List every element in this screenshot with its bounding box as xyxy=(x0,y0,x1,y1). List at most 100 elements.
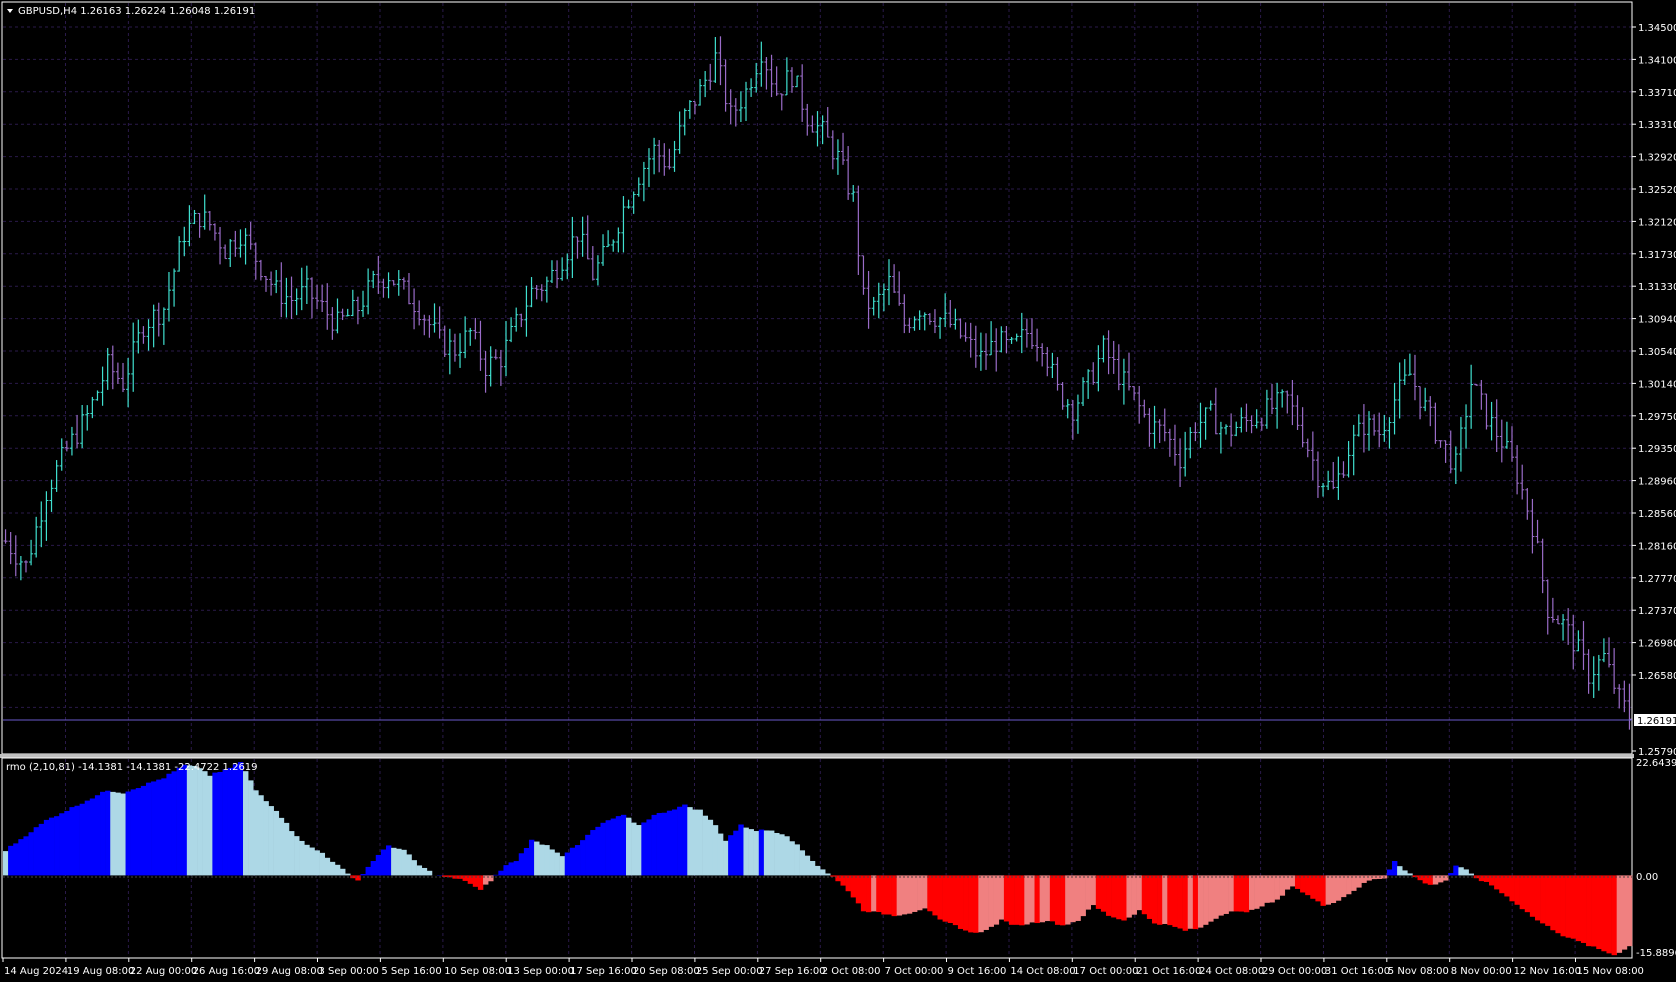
time-tick-label: 19 Aug 08:00 xyxy=(67,966,134,977)
histogram-bar xyxy=(957,875,964,929)
histogram-bar xyxy=(1131,875,1137,915)
histogram-bar xyxy=(309,847,315,876)
histogram-bar xyxy=(1065,875,1071,925)
histogram-bar xyxy=(952,875,959,926)
histogram-bar xyxy=(294,836,300,876)
histogram-bar xyxy=(1019,875,1025,926)
indicator-tick-label: -15.8896 xyxy=(1636,948,1676,959)
histogram-bar xyxy=(993,875,1000,925)
histogram-bar xyxy=(151,781,157,876)
histogram-bar xyxy=(94,795,101,876)
histogram-bar xyxy=(243,771,249,876)
histogram-bar xyxy=(380,849,387,876)
histogram-bar xyxy=(115,792,121,876)
histogram-bar xyxy=(850,875,857,898)
histogram-bar xyxy=(677,806,683,876)
histogram-bar xyxy=(804,855,811,876)
histogram-bar xyxy=(1611,875,1617,956)
time-tick-label: 25 Sep 00:00 xyxy=(696,966,763,977)
histogram-bar xyxy=(789,841,795,876)
histogram-bar xyxy=(1269,875,1275,903)
histogram-bar xyxy=(69,807,75,876)
histogram-bar xyxy=(268,806,274,876)
histogram-bar xyxy=(1305,875,1311,896)
time-tick-label: 3 Sep 00:00 xyxy=(319,966,379,977)
time-tick-label: 13 Sep 00:00 xyxy=(507,966,574,977)
histogram-bar xyxy=(1167,875,1173,926)
histogram-bar xyxy=(682,804,688,876)
histogram-bar xyxy=(1049,875,1056,922)
histogram-bar xyxy=(1310,875,1316,899)
histogram-bar xyxy=(585,834,591,876)
histogram-bar xyxy=(1106,875,1112,916)
histogram-bar xyxy=(1483,875,1490,882)
histogram-bar xyxy=(186,765,193,876)
histogram-bar xyxy=(809,860,816,876)
histogram-bar xyxy=(1335,875,1342,901)
price-tick-label: 1.30540 xyxy=(1638,347,1676,358)
time-tick-label: 22 Aug 00:00 xyxy=(130,966,197,977)
histogram-bar xyxy=(794,844,800,876)
histogram-bar xyxy=(1141,875,1148,915)
histogram-bar xyxy=(1085,875,1092,910)
indicator-separator[interactable] xyxy=(0,754,1634,758)
histogram-bar xyxy=(891,875,897,917)
histogram-bar xyxy=(1095,875,1102,909)
histogram-bar xyxy=(1509,875,1515,902)
histogram-bar xyxy=(1100,875,1107,912)
histogram-bar xyxy=(1075,875,1081,921)
histogram-bar xyxy=(1182,875,1189,931)
histogram-bar xyxy=(697,809,703,876)
histogram-bar xyxy=(48,817,55,876)
histogram-bar xyxy=(661,812,668,876)
histogram-bar xyxy=(539,844,545,876)
time-tick-label: 17 Oct 00:00 xyxy=(1073,966,1138,977)
histogram-bar xyxy=(1213,875,1219,919)
histogram-bar xyxy=(43,819,50,876)
histogram-bar xyxy=(1575,875,1582,942)
current-price-label: 1.26191 xyxy=(1637,716,1676,727)
histogram-bar xyxy=(723,840,729,876)
histogram-bar xyxy=(615,816,622,876)
histogram-bar xyxy=(835,875,841,882)
histogram-bar xyxy=(774,832,780,876)
histogram-bar xyxy=(385,845,392,876)
histogram-bar xyxy=(1070,875,1076,923)
time-tick-label: 27 Sep 16:00 xyxy=(759,966,826,977)
histogram-bar xyxy=(426,870,433,876)
histogram-bar xyxy=(1320,875,1326,906)
histogram-bar xyxy=(549,849,555,876)
histogram-bar xyxy=(125,791,131,876)
histogram-bar xyxy=(876,875,882,913)
histogram-bar xyxy=(988,875,994,927)
histogram-bar xyxy=(513,861,520,876)
histogram-bar xyxy=(212,772,218,876)
histogram-bar xyxy=(355,875,361,881)
histogram-bar xyxy=(145,782,152,876)
histogram-bar xyxy=(886,875,892,915)
histogram-bar xyxy=(814,865,821,876)
histogram-bar xyxy=(130,789,137,876)
histogram-bar xyxy=(636,825,642,876)
histogram-bar xyxy=(707,819,714,876)
histogram-bar xyxy=(1162,875,1168,924)
histogram-bar xyxy=(1151,875,1158,924)
histogram-bar xyxy=(687,807,693,876)
histogram-bar xyxy=(334,864,341,876)
histogram-bar xyxy=(1443,875,1449,881)
histogram-bar xyxy=(1407,873,1413,876)
histogram-bar xyxy=(518,853,525,876)
histogram-bar xyxy=(120,793,126,876)
price-tick-label: 1.30140 xyxy=(1638,379,1676,390)
histogram-bar xyxy=(1300,875,1306,893)
histogram-bar xyxy=(110,791,116,876)
histogram-bar xyxy=(1264,875,1270,903)
histogram-bar xyxy=(1417,875,1423,881)
histogram-bar xyxy=(258,795,264,876)
histogram-bar xyxy=(1391,861,1398,876)
histogram-bar xyxy=(866,875,872,913)
histogram-bar xyxy=(917,875,923,911)
histogram-bar xyxy=(784,836,790,876)
time-tick-label: 20 Sep 08:00 xyxy=(633,966,700,977)
histogram-bar xyxy=(477,875,484,890)
